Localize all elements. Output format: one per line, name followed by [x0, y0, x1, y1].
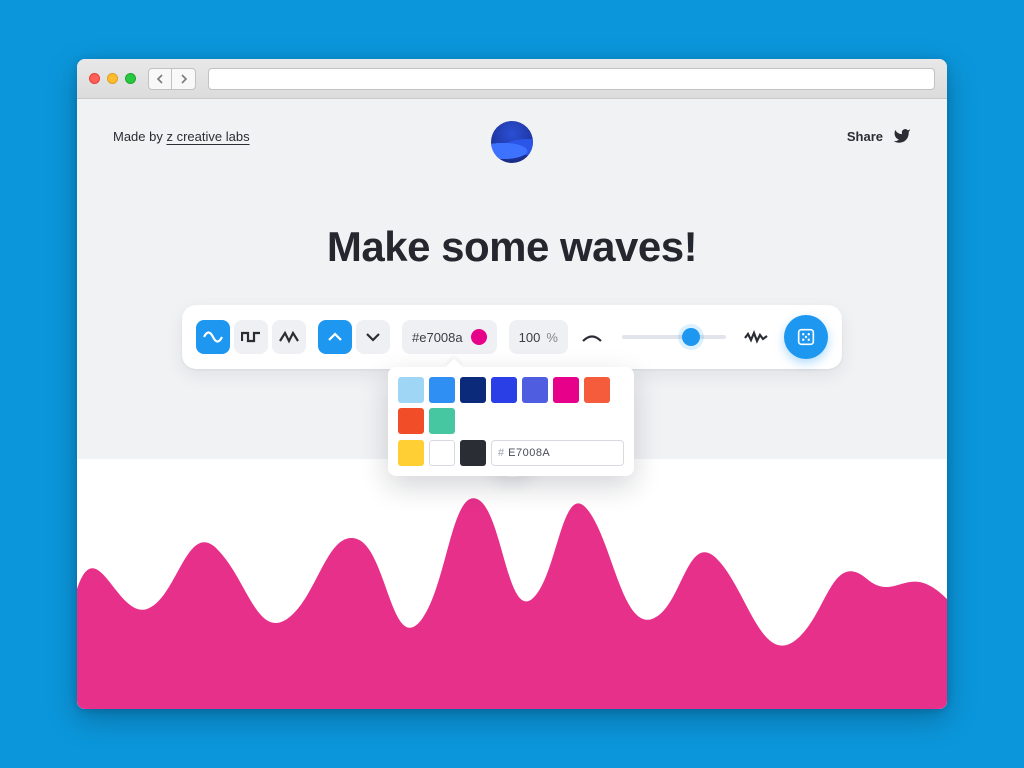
wave-direction-segment: [318, 320, 390, 354]
picker-swatch[interactable]: [398, 440, 424, 466]
picker-swatch[interactable]: [491, 377, 517, 403]
page-title: Make some waves!: [77, 223, 947, 271]
curve-low-icon: [580, 330, 604, 344]
maximize-window-icon[interactable]: [125, 73, 136, 84]
picker-hex-field[interactable]: #: [491, 440, 624, 466]
picker-swatch[interactable]: [429, 440, 455, 466]
picker-swatch[interactable]: [429, 377, 455, 403]
browser-chrome: [77, 59, 947, 99]
wave-toolbar: #e7008a 100 %: [182, 305, 842, 369]
picker-swatch[interactable]: [398, 377, 424, 403]
wave-shape-segment: [196, 320, 306, 354]
madeby-credit: Made by z creative labs: [113, 129, 250, 144]
picker-hex-input[interactable]: [508, 447, 578, 459]
color-hex-label: #e7008a: [412, 330, 463, 345]
shape-zigzag-button[interactable]: [272, 320, 306, 354]
color-swatch-icon: [471, 329, 487, 345]
share-label: Share: [847, 129, 883, 144]
forward-button[interactable]: [172, 68, 196, 90]
curve-high-icon: [744, 330, 768, 344]
picker-swatches-row2: [398, 440, 486, 466]
hash-label: #: [498, 447, 504, 459]
opacity-pill[interactable]: 100 %: [509, 320, 568, 354]
close-window-icon[interactable]: [89, 73, 100, 84]
picker-swatch[interactable]: [429, 408, 455, 434]
picker-swatch[interactable]: [522, 377, 548, 403]
picker-swatch[interactable]: [553, 377, 579, 403]
opacity-unit: %: [546, 330, 558, 345]
slider-track: [622, 335, 726, 339]
back-button[interactable]: [148, 68, 172, 90]
complexity-slider[interactable]: [622, 320, 726, 354]
picker-swatch[interactable]: [460, 440, 486, 466]
slider-thumb[interactable]: [682, 328, 700, 346]
dice-icon: [795, 326, 817, 348]
direction-down-button[interactable]: [356, 320, 390, 354]
shape-square-button[interactable]: [234, 320, 268, 354]
picker-swatch[interactable]: [460, 377, 486, 403]
color-picker-popover: #: [388, 367, 634, 476]
twitter-icon: [893, 127, 911, 145]
share-control[interactable]: Share: [847, 127, 911, 145]
opacity-value: 100: [519, 330, 541, 345]
madeby-prefix: Made by: [113, 129, 166, 144]
color-pill[interactable]: #e7008a: [402, 320, 497, 354]
browser-window: Made by z creative labs Share Make some …: [77, 59, 947, 709]
nav-buttons: [148, 68, 196, 90]
direction-up-button[interactable]: [318, 320, 352, 354]
madeby-link[interactable]: z creative labs: [166, 129, 249, 144]
window-controls: [89, 73, 136, 84]
minimize-window-icon[interactable]: [107, 73, 118, 84]
url-bar[interactable]: [208, 68, 935, 90]
picker-swatches: [398, 377, 624, 434]
app-logo: [491, 121, 533, 163]
randomize-button[interactable]: [784, 315, 828, 359]
page: Made by z creative labs Share Make some …: [77, 99, 947, 709]
shape-sine-button[interactable]: [196, 320, 230, 354]
picker-swatch[interactable]: [584, 377, 610, 403]
picker-swatch[interactable]: [398, 408, 424, 434]
wave-preview: [77, 469, 947, 709]
